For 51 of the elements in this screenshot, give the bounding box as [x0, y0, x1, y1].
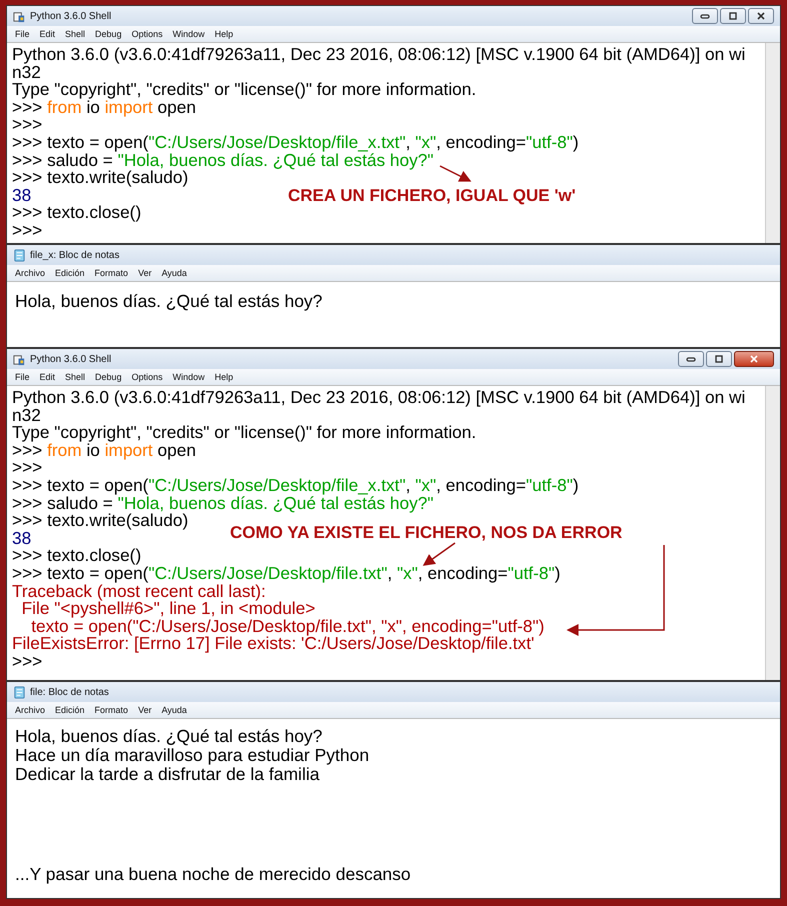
menu-item[interactable]: Debug: [95, 372, 122, 382]
menu-item[interactable]: Formato: [94, 268, 128, 278]
menu-item[interactable]: Shell: [65, 29, 86, 39]
text-line: Hola, buenos días. ¿Qué tal estás hoy?: [15, 292, 324, 311]
code-line: 38: [12, 528, 32, 548]
menu-item[interactable]: Help: [214, 29, 234, 39]
menu-item[interactable]: Options: [132, 372, 163, 382]
menu-item[interactable]: File: [15, 372, 30, 382]
menu-item[interactable]: File: [15, 29, 30, 39]
text-line: Hola, buenos días. ¿Qué tal estás hoy?: [15, 727, 324, 746]
code-line: >>>: [12, 650, 42, 671]
menu-item[interactable]: Options: [132, 29, 163, 39]
menu-item[interactable]: Ver: [138, 705, 152, 715]
menu-item[interactable]: Ayuda: [162, 268, 187, 278]
menu-item[interactable]: Debug: [95, 29, 122, 39]
code-line: >>> texto.close(): [12, 545, 142, 566]
code-line: Python 3.6.0 (v3.6.0:41df79263a11, Dec 23 2016, 08:06:12) [MSC v.1900 64 bit (AMD64)] on wi: [12, 44, 746, 64]
code-line: Type "copyright", "credits" or "license()" for more information.: [12, 422, 476, 442]
code-line: Python 3.6.0 (v3.6.0:41df79263a11, Dec 23 2016, 08:06:12) [MSC v.1900 64 bit (AMD64)] on wi: [12, 387, 746, 407]
menu-item[interactable]: Edit: [40, 372, 56, 382]
text-line: ...Y pasar una buena noche de merecido descanso: [15, 865, 412, 884]
window-title: file: Bloc de notas: [30, 686, 109, 698]
menu-item[interactable]: Ayuda: [162, 705, 187, 715]
menu-item[interactable]: Archivo: [15, 268, 46, 278]
code-line: >>> texto.write(saludo): [12, 167, 188, 188]
menu-item[interactable]: Edit: [40, 29, 56, 39]
code-line: >>> texto = open("C:/Users/Jose/Desktop/file_x.txt", "x", encoding="utf-8"): [12, 132, 579, 152]
menu-item[interactable]: Window: [172, 372, 205, 382]
menu-item[interactable]: Ver: [138, 268, 152, 278]
menu-item[interactable]: Shell: [65, 372, 86, 382]
menu-item[interactable]: Edición: [55, 705, 85, 715]
window-title: file_x: Bloc de notas: [30, 250, 120, 260]
menu-item[interactable]: Edición: [55, 268, 85, 278]
annotation-text: COMO YA EXISTE EL FICHERO, NOS DA ERROR: [230, 524, 622, 542]
menu-item[interactable]: Help: [214, 372, 234, 382]
code-line: 38: [12, 184, 32, 205]
code-line: >>>: [12, 457, 42, 478]
annotation-text: CREA UN FICHERO, IGUAL QUE 'w': [288, 186, 576, 204]
code-line: Type "copyright", "credits" or "license()" for more information.: [12, 79, 476, 100]
menu-item[interactable]: Formato: [94, 705, 128, 715]
menu-item[interactable]: Archivo: [15, 705, 46, 715]
text-line: Dedicar la tarde a disfrutar de la familia: [15, 765, 320, 784]
code-line: >>> texto.close(): [12, 202, 142, 222]
code-line: >>> texto.write(saludo): [12, 510, 188, 530]
window-title: Python 3.6.0 Shell: [30, 354, 112, 364]
window-title: Python 3.6.0 Shell: [30, 10, 112, 22]
code-line: >>>: [12, 220, 42, 240]
menu-item[interactable]: Window: [172, 29, 205, 39]
code-line: >>>: [12, 114, 42, 134]
code-line: >>> texto = open("C:/Users/Jose/Desktop/file_x.txt", "x", encoding="utf-8"): [12, 474, 579, 495]
text-line: Hace un día maravilloso para estudiar Python: [15, 746, 370, 765]
